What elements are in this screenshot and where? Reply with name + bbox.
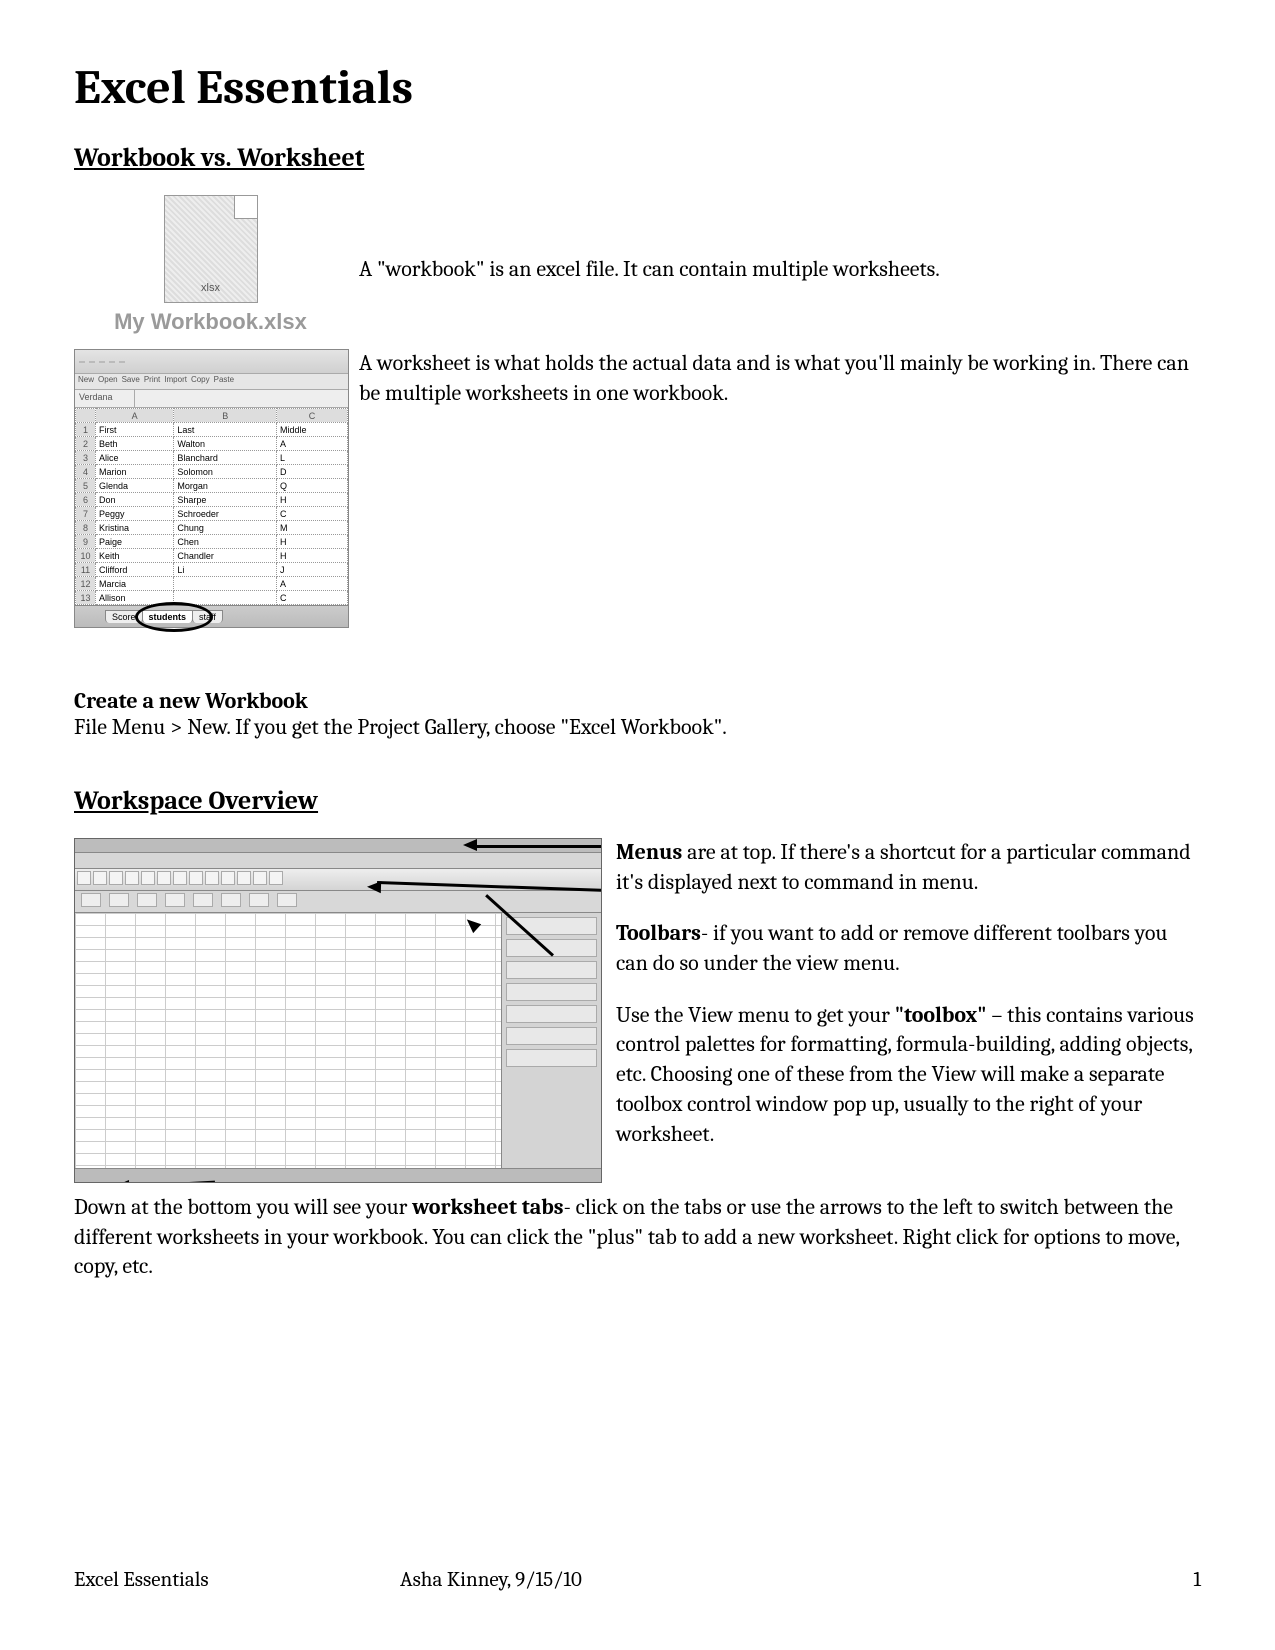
table-row: 9PaigeChenH bbox=[76, 535, 348, 549]
column-header bbox=[76, 409, 96, 423]
table-row: 8KristinaChungM bbox=[76, 521, 348, 535]
footer-author-date: Asha Kinney, 9/15/10 bbox=[400, 1568, 1141, 1592]
worksheet-tabs-paragraph: Down at the bottom you will see your wor… bbox=[74, 1193, 1201, 1282]
table-row: 12MarciaA bbox=[76, 577, 348, 591]
section-heading-workspace: Workspace Overview bbox=[74, 786, 1201, 816]
workbook-description: A "workbook" is an excel file. It can co… bbox=[359, 195, 1201, 285]
file-extension-label: xlsx bbox=[165, 282, 257, 294]
create-workbook-heading: Create a new Workbook bbox=[74, 688, 1201, 714]
table-row: 6DonSharpeH bbox=[76, 493, 348, 507]
name-box: Verdana bbox=[75, 390, 135, 407]
column-header: C bbox=[277, 409, 348, 423]
column-header: A bbox=[96, 409, 174, 423]
worksheet-table: ABC 1FirstLastMiddle2BethWaltonA3AliceBl… bbox=[75, 408, 348, 605]
footer-title: Excel Essentials bbox=[74, 1568, 400, 1592]
table-row: 10KeithChandlerH bbox=[76, 549, 348, 563]
worksheet-description: A worksheet is what holds the actual dat… bbox=[359, 349, 1201, 408]
sheet-tab: Score bbox=[105, 610, 143, 623]
document-title: Excel Essentials bbox=[74, 60, 1201, 115]
sheet-tabs-bar: Score students staff bbox=[75, 605, 348, 627]
table-row: 4MarionSolomonD bbox=[76, 465, 348, 479]
table-row: 1FirstLastMiddle bbox=[76, 423, 348, 437]
column-header: B bbox=[174, 409, 277, 423]
worksheet-figure: NewOpenSavePrintImportCopyPaste Verdana … bbox=[74, 349, 349, 628]
workbook-filename: My Workbook.xlsx bbox=[74, 309, 347, 335]
footer-page-number: 1 bbox=[1141, 1568, 1201, 1592]
menus-paragraph: Menus are at top. If there's a shortcut … bbox=[616, 838, 1201, 897]
annotation-arrow bbox=[477, 845, 602, 848]
page-footer: Excel Essentials Asha Kinney, 9/15/10 1 bbox=[74, 1568, 1201, 1592]
sheet-tab-active: students bbox=[142, 610, 194, 623]
table-row: 11CliffordLiJ bbox=[76, 563, 348, 577]
workspace-figure bbox=[74, 838, 602, 1183]
file-icon: xlsx bbox=[164, 195, 258, 303]
toolbox-paragraph: Use the View menu to get your "toolbox" … bbox=[616, 1001, 1201, 1149]
table-row: 2BethWaltonA bbox=[76, 437, 348, 451]
toolbars-paragraph: Toolbars- if you want to add or remove d… bbox=[616, 919, 1201, 978]
table-row: 7PeggySchroederC bbox=[76, 507, 348, 521]
table-row: 5GlendaMorganQ bbox=[76, 479, 348, 493]
table-row: 13AllisonC bbox=[76, 591, 348, 605]
sheet-tab: staff bbox=[192, 610, 223, 623]
section-heading-workbook: Workbook vs. Worksheet bbox=[74, 143, 1201, 173]
create-workbook-text: File Menu > New. If you get the Project … bbox=[74, 714, 1201, 740]
table-row: 3AliceBlanchardL bbox=[76, 451, 348, 465]
